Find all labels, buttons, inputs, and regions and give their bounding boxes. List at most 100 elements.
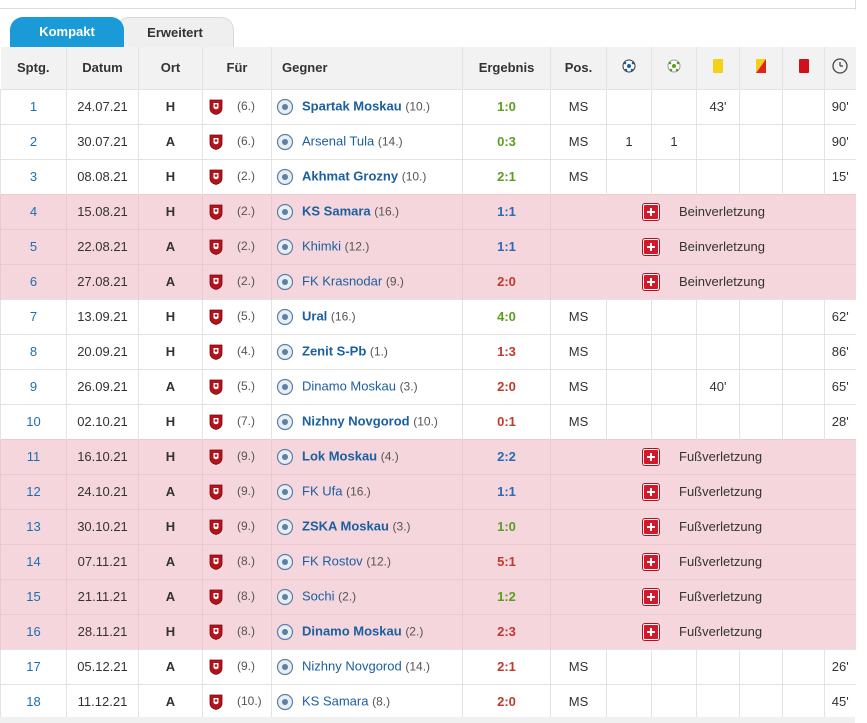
club-crest-icon[interactable] xyxy=(209,379,223,395)
result-link[interactable]: 2:1 xyxy=(497,169,516,184)
opponent-link[interactable]: KS Samara xyxy=(302,203,371,218)
club-crest-icon[interactable] xyxy=(209,449,223,465)
opponent-crest-icon[interactable] xyxy=(276,658,294,676)
opponent-link[interactable]: Arsenal Tula xyxy=(302,133,374,148)
header-spieltag[interactable]: Sptg. xyxy=(1,47,67,89)
header-ergebnis[interactable]: Ergebnis xyxy=(462,47,551,89)
result-link[interactable]: 4:0 xyxy=(497,309,516,324)
opponent-link[interactable]: Spartak Moskau xyxy=(302,98,402,113)
club-crest-icon[interactable] xyxy=(209,519,223,535)
club-crest-icon[interactable] xyxy=(209,309,223,325)
club-crest-icon[interactable] xyxy=(209,414,223,430)
result-link[interactable]: 1:0 xyxy=(497,519,516,534)
matchday-cell[interactable]: 2 xyxy=(0,123,67,159)
matchday-cell[interactable]: 5 xyxy=(0,228,67,264)
opponent-crest-icon[interactable] xyxy=(276,553,294,571)
opponent-link[interactable]: FK Ufa xyxy=(302,483,342,498)
club-crest-icon[interactable] xyxy=(209,589,223,605)
matchday-cell[interactable]: 13 xyxy=(0,508,67,544)
result-link[interactable]: 1:1 xyxy=(497,239,516,254)
opponent-link[interactable]: Nizhny Novgorod xyxy=(302,658,402,673)
header-minutes[interactable] xyxy=(824,47,856,89)
opponent-crest-icon[interactable] xyxy=(276,273,294,291)
header-red[interactable] xyxy=(782,47,825,89)
matchday-cell[interactable]: 11 xyxy=(0,438,67,474)
result-link[interactable]: 1:1 xyxy=(497,204,516,219)
matchday-cell[interactable]: 15 xyxy=(0,578,67,614)
club-crest-icon[interactable] xyxy=(209,169,223,185)
opponent-crest-icon[interactable] xyxy=(276,378,294,396)
header-yellow[interactable] xyxy=(696,47,740,89)
result-link[interactable]: 2:0 xyxy=(497,274,516,289)
matchday-cell[interactable]: 3 xyxy=(0,158,67,194)
opponent-link[interactable]: FK Rostov xyxy=(302,553,363,568)
opponent-link[interactable]: Lok Moskau xyxy=(302,448,377,463)
opponent-link[interactable]: ZSKA Moskau xyxy=(302,518,389,533)
result-link[interactable]: 2:3 xyxy=(497,624,516,639)
tab-erweitert[interactable]: Erweitert xyxy=(116,17,234,48)
opponent-crest-icon[interactable] xyxy=(276,98,294,116)
opponent-crest-icon[interactable] xyxy=(276,623,294,641)
club-crest-icon[interactable] xyxy=(209,204,223,220)
opponent-crest-icon[interactable] xyxy=(276,203,294,221)
result-link[interactable]: 2:2 xyxy=(497,449,516,464)
club-crest-icon[interactable] xyxy=(209,554,223,570)
result-link[interactable]: 1:1 xyxy=(497,484,516,499)
matchday-cell[interactable]: 16 xyxy=(0,613,67,649)
opponent-crest-icon[interactable] xyxy=(276,413,294,431)
result-link[interactable]: 1:3 xyxy=(497,344,516,359)
opponent-link[interactable]: Dinamo Moskau xyxy=(302,623,402,638)
club-crest-icon[interactable] xyxy=(209,239,223,255)
header-pos[interactable]: Pos. xyxy=(550,47,607,89)
club-crest-icon[interactable] xyxy=(209,624,223,640)
result-link[interactable]: 2:1 xyxy=(497,659,516,674)
result-link[interactable]: 1:0 xyxy=(497,99,516,114)
matchday-cell[interactable]: 9 xyxy=(0,368,67,404)
opponent-link[interactable]: Dinamo Moskau xyxy=(302,378,396,393)
opponent-link[interactable]: Ural xyxy=(302,308,327,323)
matchday-cell[interactable]: 8 xyxy=(0,333,67,369)
matchday-cell[interactable]: 6 xyxy=(0,263,67,299)
tab-kompakt[interactable]: Kompakt xyxy=(10,17,124,47)
result-link[interactable]: 2:0 xyxy=(497,694,516,709)
matchday-cell[interactable]: 14 xyxy=(0,543,67,579)
result-link[interactable]: 5:1 xyxy=(497,554,516,569)
opponent-link[interactable]: Nizhny Novgorod xyxy=(302,413,410,428)
opponent-link[interactable]: Sochi xyxy=(302,588,335,603)
club-crest-icon[interactable] xyxy=(209,484,223,500)
club-crest-icon[interactable] xyxy=(209,344,223,360)
matchday-cell[interactable]: 17 xyxy=(0,648,67,684)
opponent-crest-icon[interactable] xyxy=(276,483,294,501)
opponent-crest-icon[interactable] xyxy=(276,133,294,151)
club-crest-icon[interactable] xyxy=(209,134,223,150)
opponent-link[interactable]: FK Krasnodar xyxy=(302,273,382,288)
header-assists[interactable] xyxy=(651,47,697,89)
matchday-cell[interactable]: 4 xyxy=(0,193,67,229)
club-crest-icon[interactable] xyxy=(209,659,223,675)
opponent-crest-icon[interactable] xyxy=(276,343,294,361)
club-crest-icon[interactable] xyxy=(209,694,223,710)
header-fuer[interactable]: Für xyxy=(202,47,272,89)
opponent-crest-icon[interactable] xyxy=(276,518,294,536)
opponent-link[interactable]: Zenit S-Pb xyxy=(302,343,366,358)
result-link[interactable]: 1:2 xyxy=(497,589,516,604)
result-link[interactable]: 2:0 xyxy=(497,379,516,394)
result-link[interactable]: 0:3 xyxy=(497,134,516,149)
header-ort[interactable]: Ort xyxy=(138,47,203,89)
opponent-link[interactable]: Khimki xyxy=(302,238,341,253)
opponent-crest-icon[interactable] xyxy=(276,588,294,606)
matchday-cell[interactable]: 18 xyxy=(0,683,67,719)
matchday-cell[interactable]: 12 xyxy=(0,473,67,509)
opponent-crest-icon[interactable] xyxy=(276,693,294,711)
result-link[interactable]: 0:1 xyxy=(497,414,516,429)
opponent-link[interactable]: Akhmat Grozny xyxy=(302,168,398,183)
club-crest-icon[interactable] xyxy=(209,274,223,290)
matchday-cell[interactable]: 7 xyxy=(0,298,67,334)
opponent-crest-icon[interactable] xyxy=(276,168,294,186)
header-goals[interactable] xyxy=(606,47,652,89)
matchday-cell[interactable]: 1 xyxy=(0,88,67,124)
header-datum[interactable]: Datum xyxy=(66,47,139,89)
opponent-crest-icon[interactable] xyxy=(276,308,294,326)
header-gegner[interactable]: Gegner xyxy=(271,47,463,89)
opponent-link[interactable]: KS Samara xyxy=(302,693,368,708)
